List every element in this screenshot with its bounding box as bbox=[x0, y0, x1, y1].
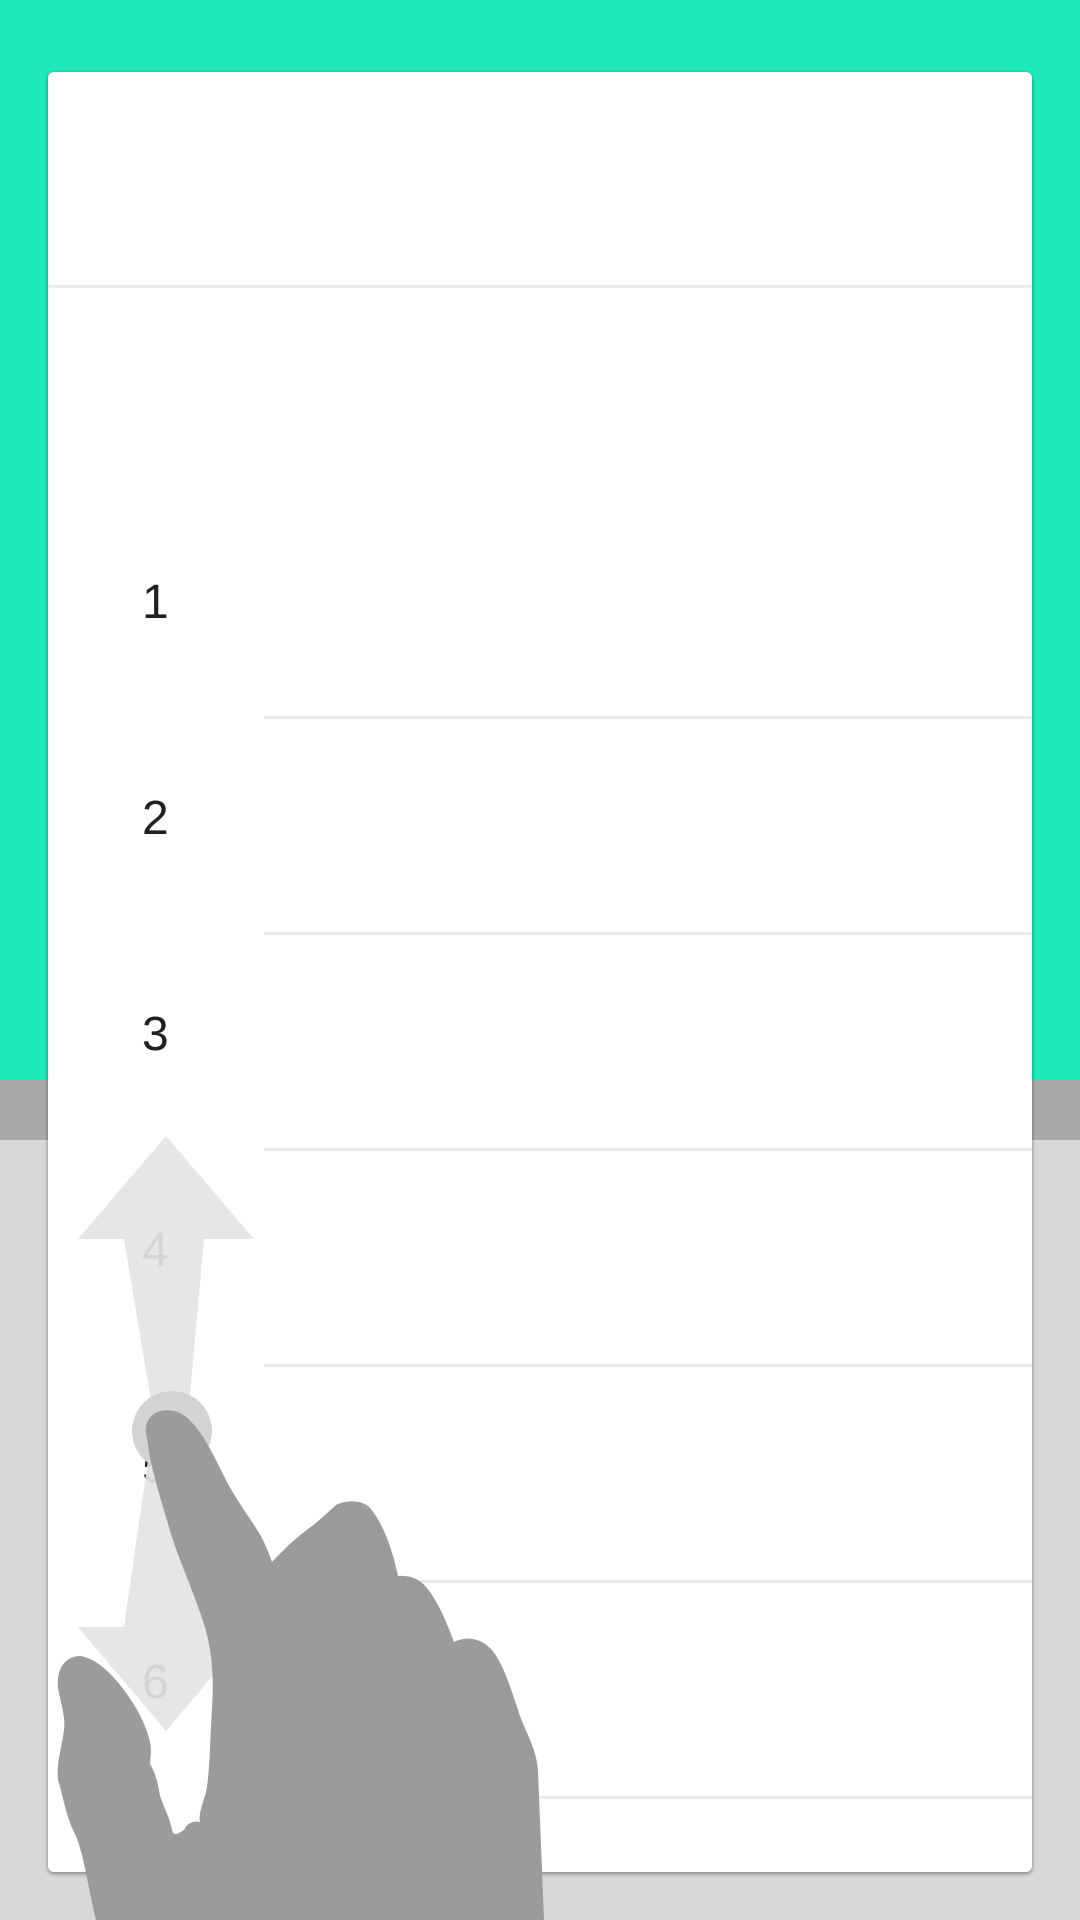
list-item-number: 6 bbox=[142, 1656, 169, 1709]
list-item[interactable]: 5 bbox=[48, 1367, 1032, 1583]
number-list[interactable]: 1 2 3 4 5 6 bbox=[48, 503, 1032, 1799]
card-header bbox=[48, 72, 1032, 288]
list-item[interactable]: 1 bbox=[48, 503, 1032, 719]
list-item[interactable]: 4 bbox=[48, 1151, 1032, 1367]
divider bbox=[264, 1796, 1032, 1799]
list-item[interactable]: 3 bbox=[48, 935, 1032, 1151]
list-item[interactable]: 6 bbox=[48, 1583, 1032, 1799]
list-item-number: 5 bbox=[142, 1440, 169, 1493]
list-item[interactable]: 2 bbox=[48, 719, 1032, 935]
list-item-number: 2 bbox=[142, 792, 169, 845]
screen: 1 2 3 4 5 6 bbox=[0, 0, 1080, 1920]
list-item-number: 1 bbox=[142, 576, 169, 629]
list-item-number: 4 bbox=[142, 1224, 169, 1277]
list-item-number: 3 bbox=[142, 1008, 169, 1061]
list-card: 1 2 3 4 5 6 bbox=[48, 72, 1032, 1872]
